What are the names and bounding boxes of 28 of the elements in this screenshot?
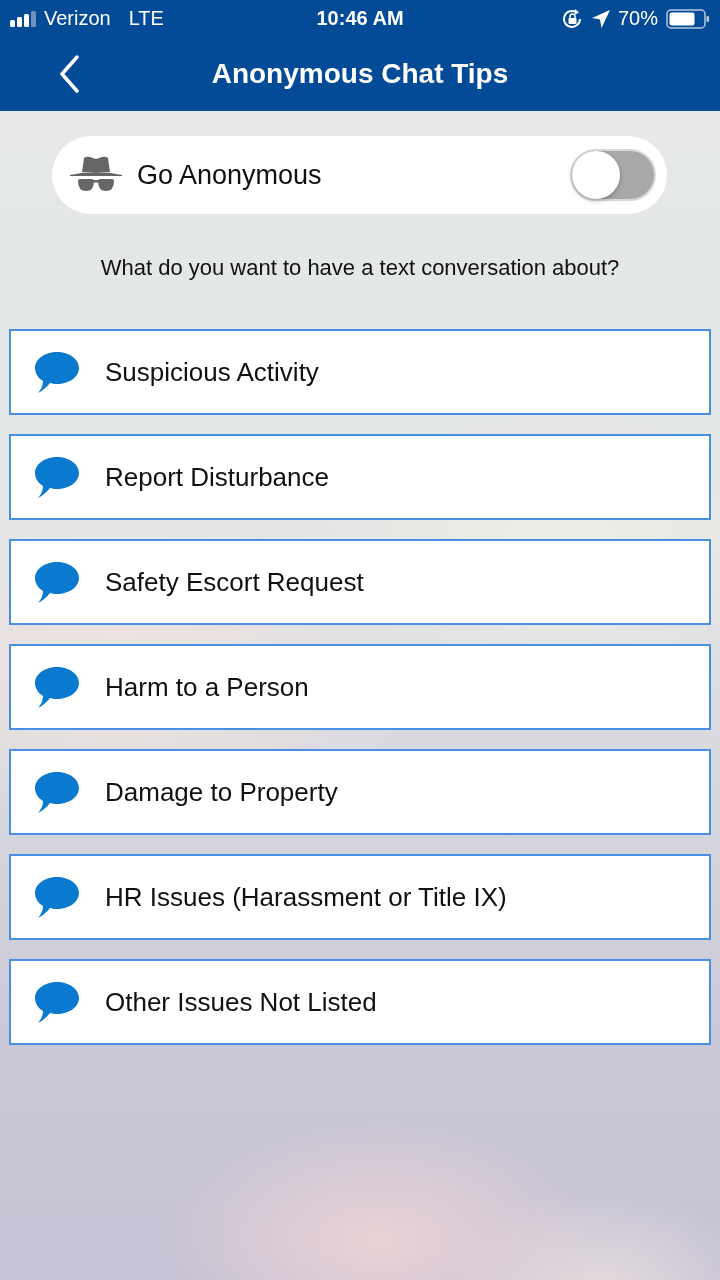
battery-icon [666, 8, 710, 29]
carrier-name: Verizon [44, 7, 111, 30]
topic-button[interactable]: Harm to a Person [9, 644, 711, 730]
battery-percent: 70% [618, 7, 658, 30]
anonymous-switch[interactable] [570, 149, 656, 201]
topic-button[interactable]: Damage to Property [9, 749, 711, 835]
back-chevron-icon [59, 55, 79, 93]
network-type: LTE [128, 7, 164, 30]
topic-button[interactable]: Suspicious Activity [9, 329, 711, 415]
rotation-lock-icon [562, 8, 584, 29]
speech-bubble-icon [35, 876, 79, 918]
speech-bubble-icon [35, 456, 79, 498]
signal-icon [10, 10, 38, 27]
prompt-text: What do you want to have a text conversation about? [99, 254, 621, 282]
location-arrow-icon [592, 9, 610, 28]
topic-button[interactable]: Report Disturbance [9, 434, 711, 520]
speech-bubble-icon [35, 771, 79, 813]
speech-bubble-icon [35, 981, 79, 1023]
speech-bubble-icon [35, 561, 79, 603]
clock-time: 10:46 AM [316, 7, 404, 30]
topic-button[interactable]: Other Issues Not Listed [9, 959, 711, 1045]
speech-bubble-icon [35, 351, 79, 393]
topic-button[interactable]: Safety Escort Request [9, 539, 711, 625]
screen-title: Anonymous Chat Tips [211, 58, 509, 90]
topic-button[interactable]: HR Issues (Harassment or Title IX) [9, 854, 711, 940]
anonymous-label: Go Anonymous [137, 159, 323, 191]
incognito-icon [70, 156, 122, 194]
speech-bubble-icon [35, 666, 79, 708]
